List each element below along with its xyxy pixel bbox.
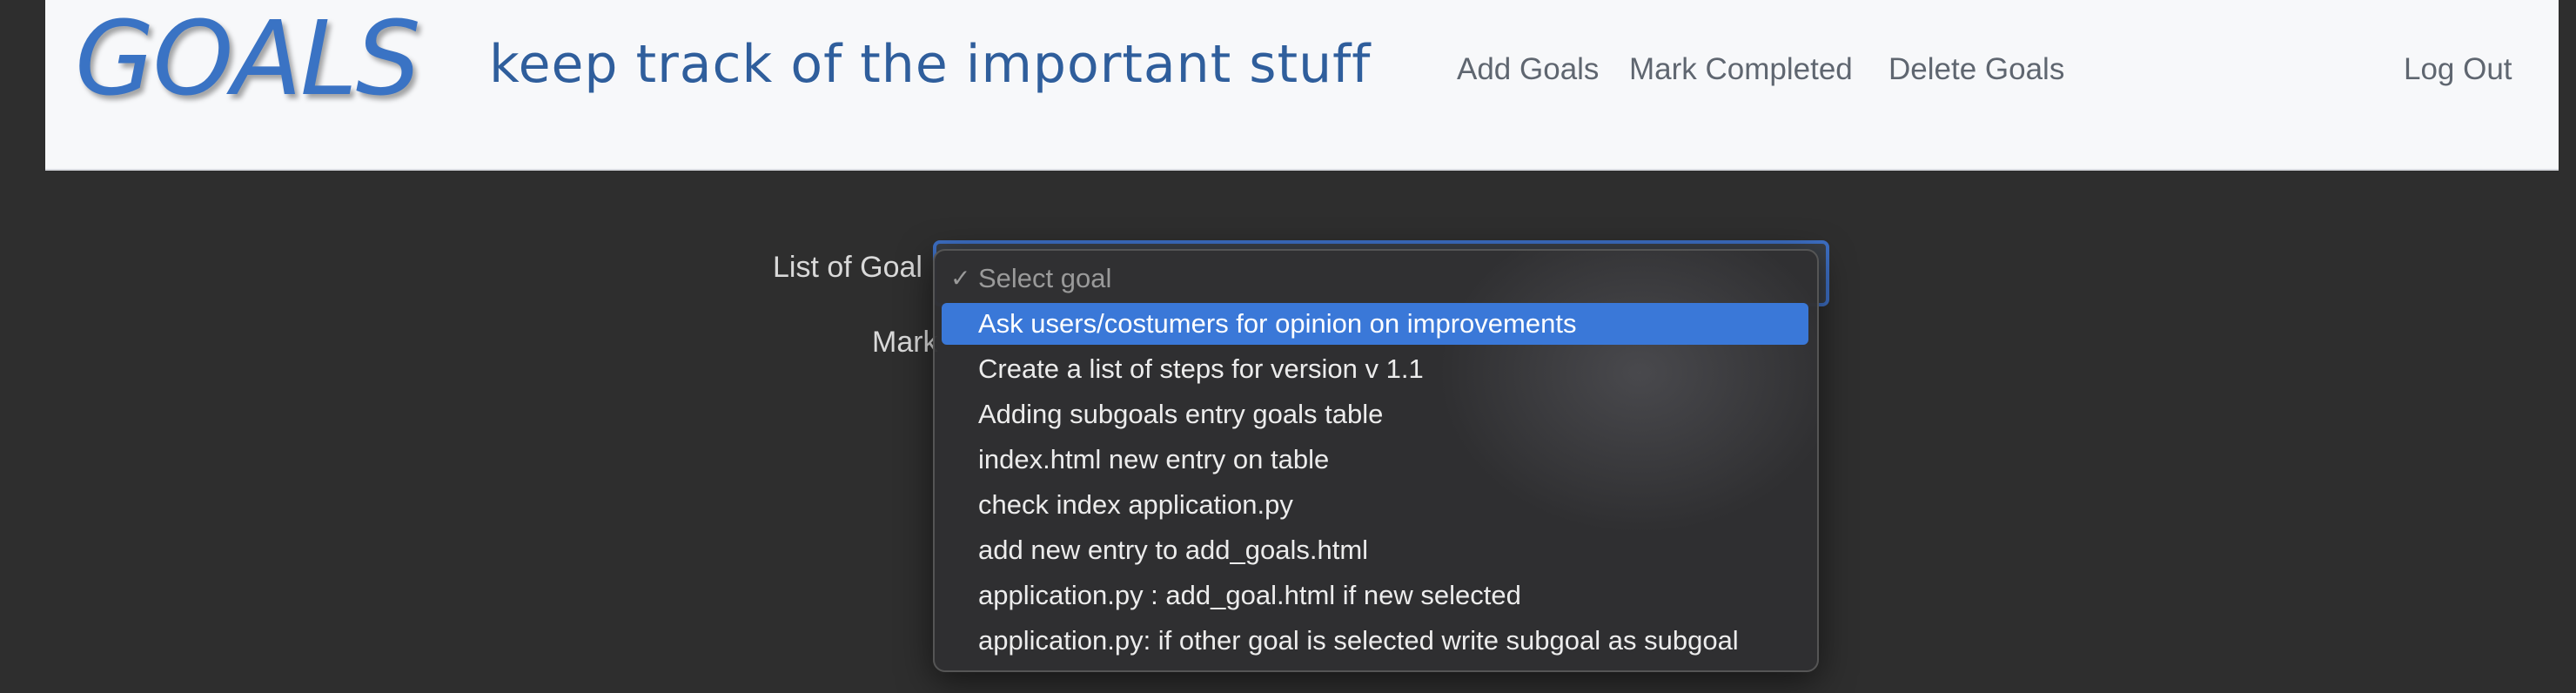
navbar: GOALS keep track of the important stuff … [45, 0, 2559, 171]
brand-logo[interactable]: GOALS [75, 7, 421, 110]
dropdown-option[interactable]: add new entry to add_goals.html [942, 529, 1808, 571]
nav-log-out[interactable]: Log Out [2404, 54, 2512, 84]
dropdown-option[interactable]: Ask users/costumers for opinion on impro… [942, 303, 1808, 345]
list-of-goals-label: List of Goal [773, 251, 922, 284]
dropdown-option[interactable]: check index application.py [942, 484, 1808, 526]
mark-label: Mark [872, 326, 938, 359]
dropdown-option[interactable]: Adding subgoals entry goals table [942, 394, 1808, 435]
dropdown-option-label: Select goal [978, 263, 1112, 293]
nav-add-goals[interactable]: Add Goals [1457, 54, 1599, 84]
dropdown-option[interactable]: index.html new entry on table [942, 439, 1808, 481]
dropdown-option[interactable]: Create a list of steps for version v 1.1 [942, 348, 1808, 390]
checkmark-icon: ✓ [950, 265, 971, 292]
dropdown-option[interactable]: application.py : add_goal.html if new se… [942, 575, 1808, 616]
brand-tagline: keep track of the important stuff [489, 34, 1372, 95]
goal-dropdown-menu: ✓ Select goal Ask users/costumers for op… [933, 249, 1819, 672]
nav-delete-goals[interactable]: Delete Goals [1888, 54, 2064, 84]
nav-mark-completed[interactable]: Mark Completed [1629, 54, 1853, 84]
dropdown-option-placeholder[interactable]: ✓ Select goal [942, 258, 1808, 299]
dropdown-option[interactable]: application.py: if other goal is selecte… [942, 620, 1808, 662]
